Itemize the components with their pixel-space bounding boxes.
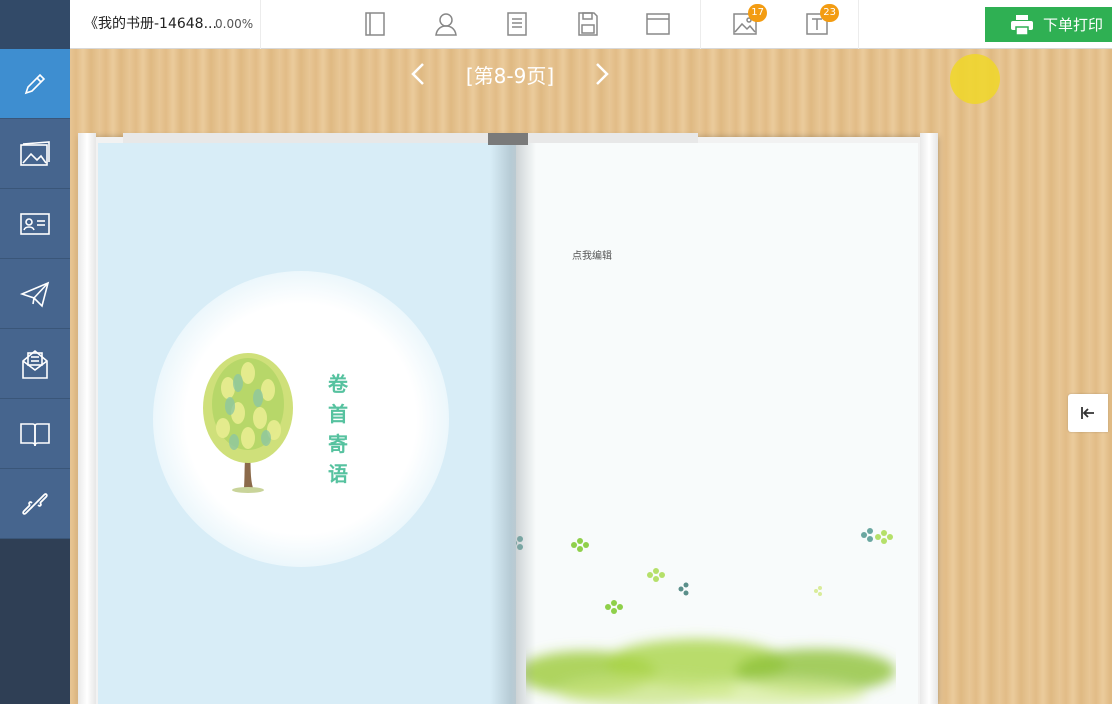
- verse-char: 卷: [328, 372, 348, 396]
- book-right-edge: [920, 133, 938, 704]
- link-icon: [22, 492, 48, 515]
- open-book-icon: [20, 422, 50, 446]
- edit-text-placeholder[interactable]: 点我编辑: [572, 247, 612, 262]
- author-icon: [435, 13, 457, 36]
- grass-illustration: [526, 639, 896, 704]
- toolbar-corner: [0, 0, 70, 49]
- author-button[interactable]: [432, 10, 460, 38]
- book-left-edge: [78, 133, 96, 704]
- image-library-button[interactable]: 17: [731, 4, 767, 38]
- top-toolbar: 《我的书册-14648... 0.00% 17 23 下单打印: [0, 0, 1112, 49]
- collapse-arrow-icon: [1081, 407, 1094, 419]
- page-range-label: [第8-9页]: [465, 63, 555, 88]
- book-cover-button[interactable]: [361, 10, 389, 38]
- book-spread: 卷 首 寄 语 点我编辑: [78, 133, 938, 704]
- print-order-label: 下单打印: [1043, 16, 1104, 34]
- save-icon: [578, 12, 598, 36]
- prev-page-button[interactable]: [400, 56, 436, 92]
- verse-char: 首: [328, 402, 348, 426]
- tool-sidebar: [0, 49, 70, 704]
- printer-icon: [1011, 14, 1033, 35]
- sidebar-item-send[interactable]: [0, 259, 70, 329]
- sidebar-item-edit[interactable]: [0, 49, 70, 119]
- sidebar-item-mail[interactable]: [0, 329, 70, 399]
- sidebar-item-id-card[interactable]: [0, 189, 70, 259]
- cursor-highlight: [950, 54, 1000, 104]
- page-navigator: [第8-9页]: [400, 56, 620, 92]
- tree-illustration: [203, 353, 293, 493]
- page-template-button[interactable]: [503, 10, 531, 38]
- sidebar-item-link[interactable]: [0, 469, 70, 539]
- chevron-right-icon: [596, 63, 609, 85]
- flowers-illustration: [516, 528, 893, 614]
- verse-char: 语: [328, 462, 348, 486]
- next-page-button[interactable]: [584, 56, 620, 92]
- photo-icon: [20, 140, 50, 166]
- send-icon: [20, 281, 50, 308]
- id-card-icon: [20, 212, 50, 235]
- verse-title[interactable]: 卷 首 寄 语: [318, 369, 358, 489]
- mail-icon: [22, 349, 48, 379]
- toolbar-divider: [858, 0, 859, 49]
- bookmark-ribbon: [488, 133, 528, 145]
- book-spine: [490, 143, 536, 704]
- sidebar-item-book[interactable]: [0, 399, 70, 469]
- book-top-edge: [123, 133, 698, 143]
- window-icon: [646, 13, 670, 35]
- right-page[interactable]: 点我编辑: [516, 143, 918, 704]
- toolbar-divider: [700, 0, 701, 49]
- toolbar-divider: [260, 0, 261, 49]
- page-template-icon: [507, 12, 527, 36]
- book-cover-icon: [365, 12, 385, 36]
- document-title: 《我的书册-14648...: [84, 16, 217, 32]
- upload-progress: 0.00%: [215, 17, 254, 31]
- save-button[interactable]: [574, 10, 602, 38]
- collapse-panel-button[interactable]: [1068, 394, 1108, 432]
- sidebar-item-photo[interactable]: [0, 119, 70, 189]
- verse-char: 寄: [328, 432, 348, 456]
- image-count-badge: 17: [748, 4, 767, 22]
- text-count-badge: 23: [820, 4, 839, 22]
- chevron-left-icon: [411, 63, 424, 85]
- edit-icon: [24, 73, 46, 94]
- window-button[interactable]: [644, 10, 672, 38]
- text-library-button[interactable]: 23: [803, 4, 839, 38]
- print-order-button[interactable]: 下单打印: [985, 7, 1112, 42]
- left-page[interactable]: 卷 首 寄 语: [98, 143, 516, 704]
